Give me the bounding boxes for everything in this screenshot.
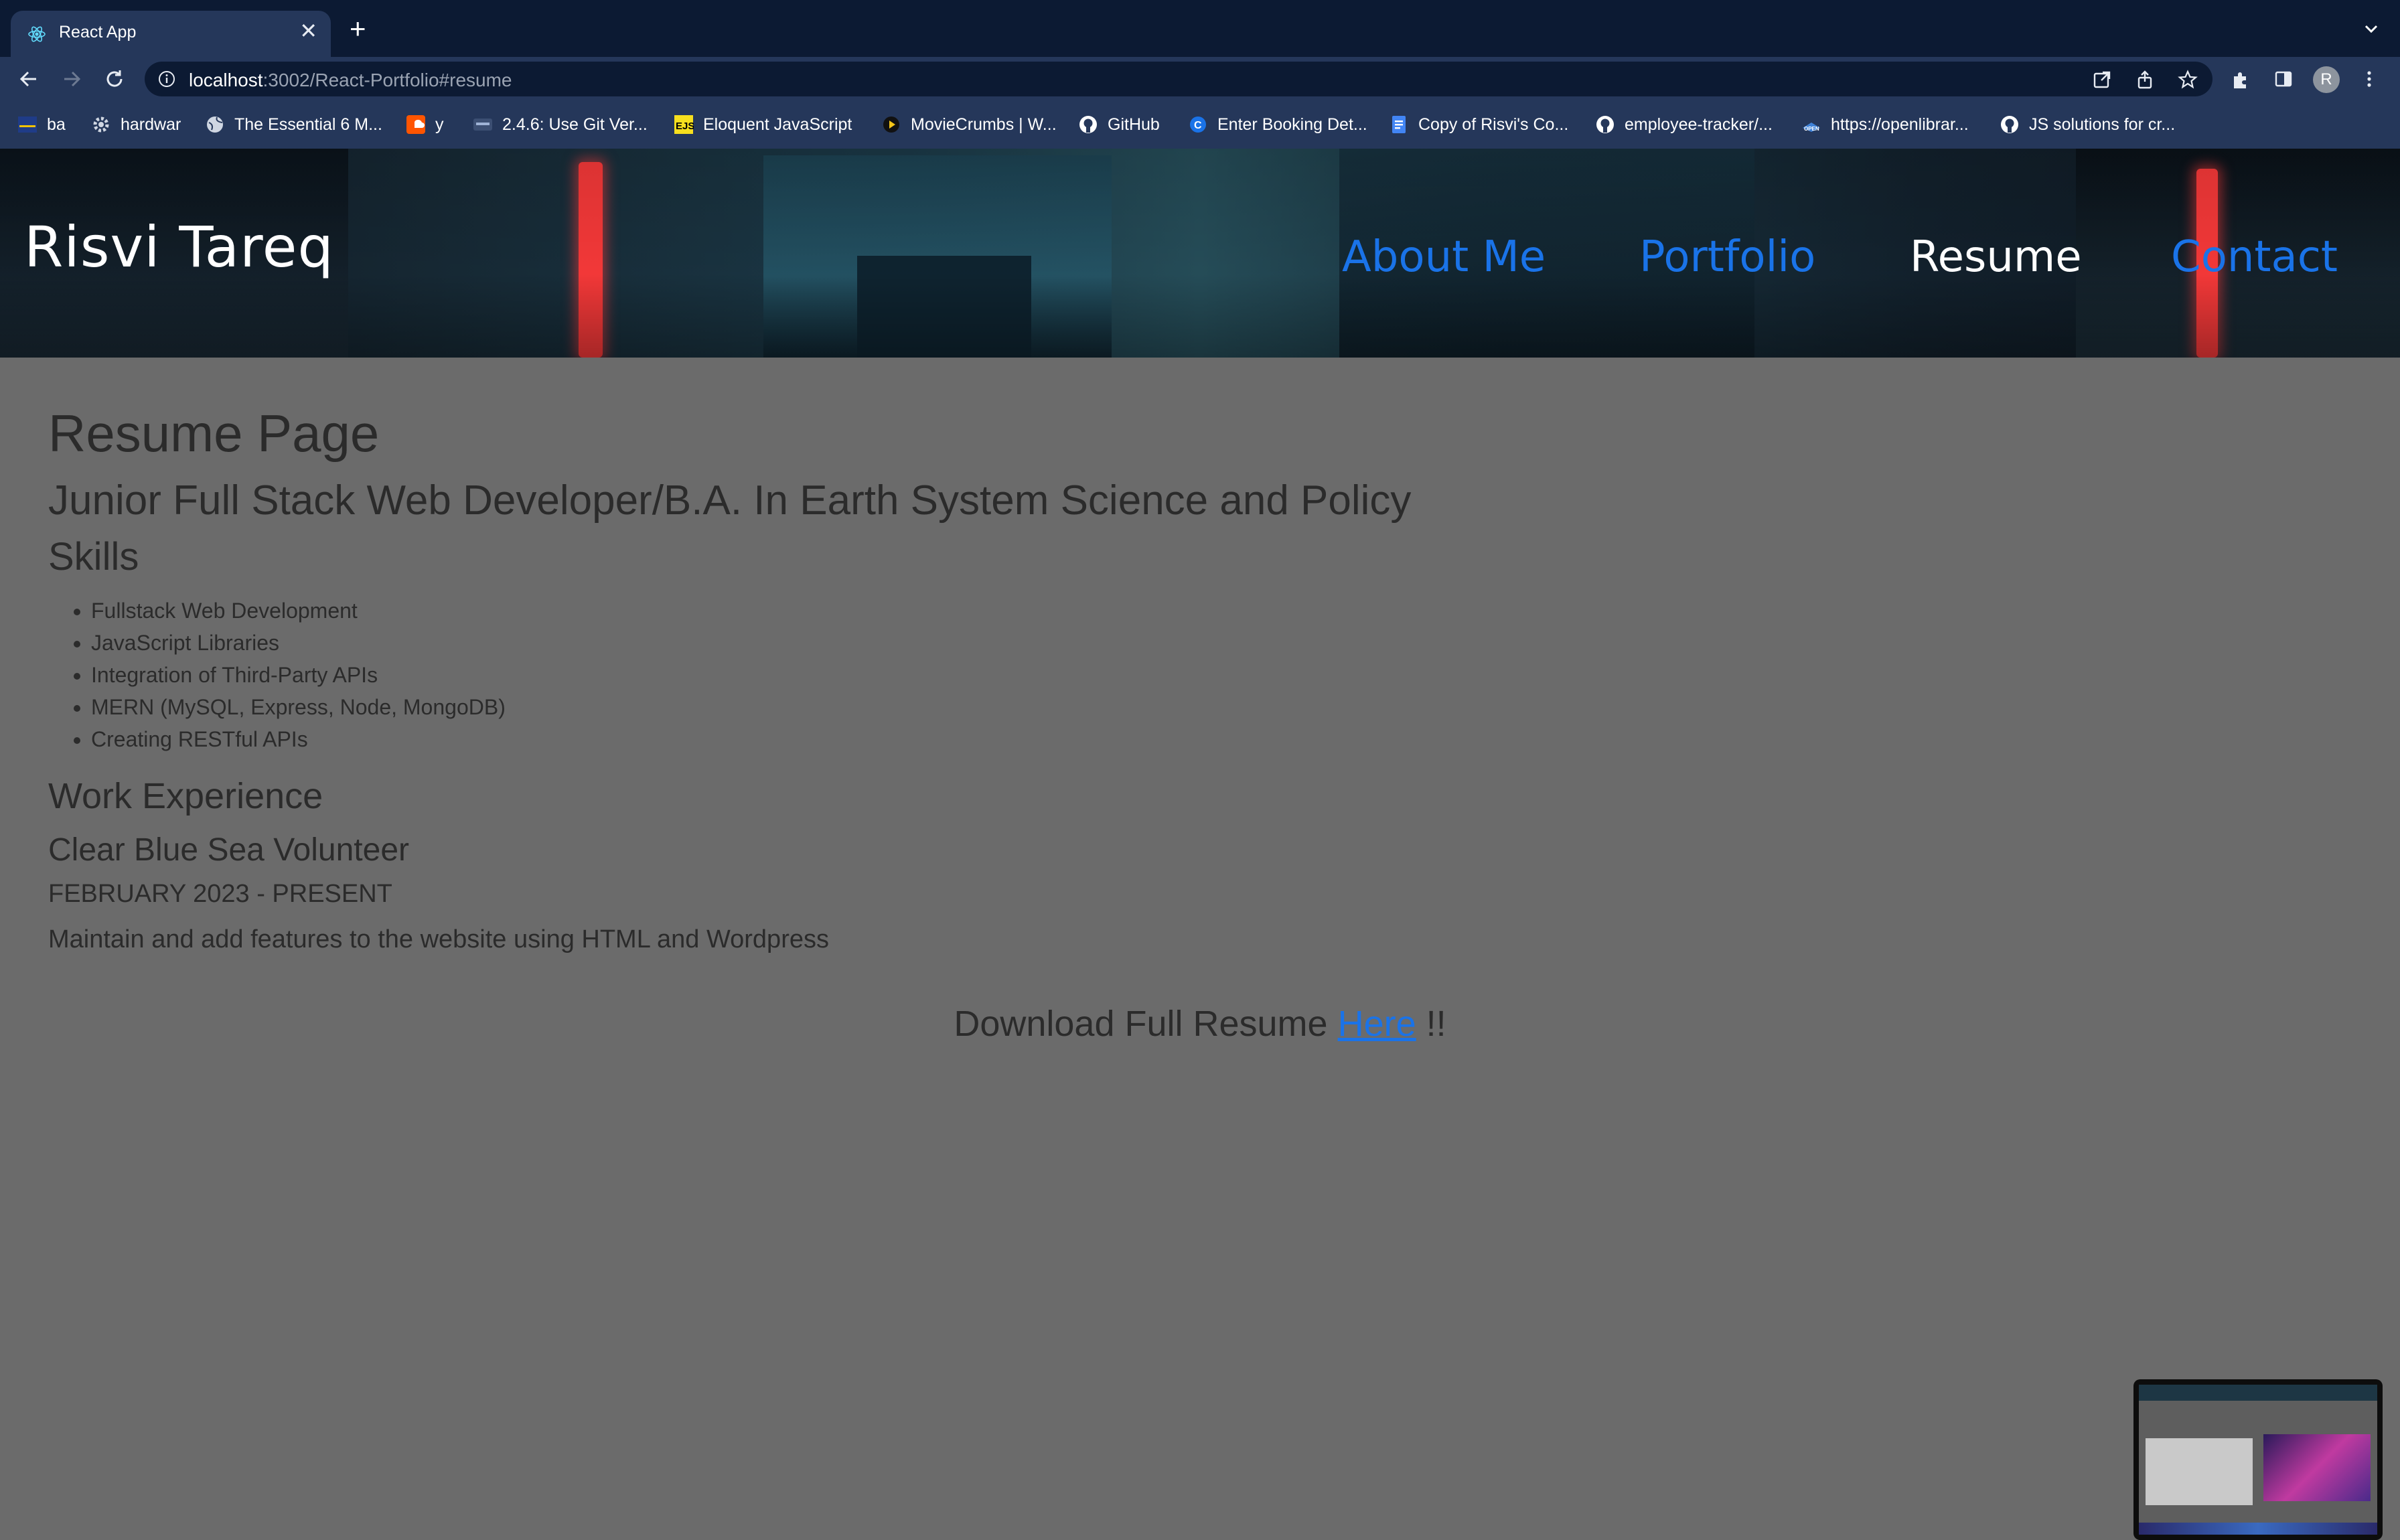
bookmark-label: Enter Booking Det... [1217, 114, 1367, 134]
bookmark-item[interactable]: OPEN https://openlibrar... [1801, 114, 1969, 135]
bookmark-label: Copy of Risvi's Co... [1418, 114, 1569, 134]
tab-search-icon[interactable] [2360, 17, 2383, 40]
bookmark-label: employee-tracker/... [1625, 114, 1773, 134]
bookmark-item[interactable]: C Enter Booking Det... [1188, 114, 1367, 135]
github-icon [1596, 116, 1614, 133]
work-experience-heading: Work Experience [48, 776, 323, 816]
page-title: Resume Page [48, 404, 380, 463]
preview-header [2139, 1385, 2377, 1401]
download-resume-line: Download Full Resume Here !! [48, 1003, 2352, 1045]
download-prefix: Download Full Resume [954, 1004, 1328, 1044]
bookmark-label: The Essential 6 M... [234, 114, 382, 134]
skill-item: Fullstack Web Development [91, 595, 506, 627]
menu-kebab-icon[interactable] [2358, 68, 2380, 90]
skill-item: MERN (MySQL, Express, Node, MongoDB) [91, 691, 506, 723]
url-path: :3002/React-Portfolio#resume [262, 70, 512, 90]
job-title: Clear Blue Sea Volunteer [48, 832, 410, 868]
bookmark-label: MovieCrumbs | W... [911, 114, 1057, 134]
bookmark-item[interactable]: The Essential 6 M... [205, 114, 382, 135]
bookmark-label: Eloquent JavaScript [703, 114, 852, 134]
side-panel-icon[interactable] [2273, 68, 2294, 90]
gear-icon [93, 117, 109, 133]
job-description: Maintain and add features to the website… [48, 925, 829, 953]
moviecrumbs-icon [883, 117, 899, 133]
soundcloud-icon [406, 115, 425, 134]
github-icon [2001, 116, 2018, 133]
bookmark-label: 2.4.6: Use Git Ver... [502, 114, 648, 134]
site-info-icon[interactable] [158, 70, 175, 88]
uci-icon [18, 117, 37, 133]
svg-text:C: C [1194, 120, 1202, 131]
download-resume-link[interactable]: Here [1338, 1004, 1416, 1044]
bookmark-label: hardwar [121, 114, 181, 134]
url-text: localhost:3002/React-Portfolio#resume [189, 70, 512, 91]
globe-icon [207, 117, 223, 133]
bookmarks-bar: ba hardwar The Essential 6 M... y 2.4.6:… [0, 100, 2400, 149]
bookmark-label: ba [47, 114, 66, 134]
skills-list: Fullstack Web Development JavaScript Lib… [48, 595, 506, 755]
preview-card [2263, 1434, 2371, 1501]
site-icon [473, 119, 492, 131]
extensions-icon[interactable] [2230, 68, 2251, 90]
skill-item: JavaScript Libraries [91, 627, 506, 659]
bookmark-label: https://openlibrar... [1831, 114, 1969, 134]
skill-item: Creating RESTful APIs [91, 723, 506, 755]
bookmark-item[interactable]: 2.4.6: Use Git Ver... [473, 114, 648, 135]
react-icon [28, 26, 46, 42]
page-viewport: Risvi Tareq About Me Portfolio Resume Co… [0, 149, 2400, 1540]
bookmark-label: y [435, 114, 444, 134]
bookmark-item[interactable]: hardwar [91, 114, 181, 135]
forward-arrow-icon[interactable] [59, 66, 84, 92]
bookmark-item[interactable]: EJS Eloquent JavaScript [674, 114, 852, 135]
share-icon[interactable] [2135, 70, 2155, 90]
bookmark-item[interactable]: ba [17, 114, 66, 135]
bookmark-item[interactable]: MovieCrumbs | W... [881, 114, 1057, 135]
bookmark-label: JS solutions for cr... [2029, 114, 2176, 134]
ejs-icon: EJS [674, 115, 694, 134]
job-dates: FEBRUARY 2023 - PRESENT [48, 880, 392, 908]
resume-subtitle: Junior Full Stack Web Developer/B.A. In … [48, 477, 1412, 524]
github-icon [1079, 116, 1097, 133]
preview-footer [2139, 1523, 2377, 1535]
back-arrow-icon[interactable] [16, 66, 42, 92]
preview-card [2146, 1438, 2253, 1505]
picture-in-picture-preview[interactable] [2133, 1379, 2383, 1540]
bookmark-item[interactable]: JS solutions for cr... [2000, 114, 2175, 135]
bookmark-label: GitHub [1108, 114, 1160, 134]
close-tab-icon[interactable]: ✕ [299, 20, 317, 42]
address-bar[interactable]: localhost:3002/React-Portfolio#resume [145, 62, 2212, 96]
svg-text:EJS: EJS [676, 121, 694, 132]
openlibrary-icon: OPEN [1803, 123, 1820, 132]
browser-toolbar: localhost:3002/React-Portfolio#resume R [0, 57, 2400, 100]
bookmark-item[interactable]: employee-tracker/... [1595, 114, 1773, 135]
header-banner: Risvi Tareq About Me Portfolio Resume Co… [0, 149, 2400, 358]
site-brand[interactable]: Risvi Tareq [24, 214, 334, 280]
bookmark-item[interactable]: GitHub [1078, 114, 1160, 135]
new-tab-icon[interactable]: + [350, 15, 366, 43]
bookmark-item[interactable]: y [406, 114, 444, 135]
browser-tab[interactable]: React App ✕ [11, 11, 331, 57]
download-suffix: !! [1426, 1004, 1446, 1044]
browser-tab-strip: React App ✕ + [0, 0, 2400, 57]
booking-icon: C [1190, 117, 1206, 133]
preview-thumbnail [2139, 1385, 2377, 1535]
skills-heading: Skills [48, 535, 139, 579]
profile-avatar[interactable]: R [2313, 66, 2340, 93]
bookmark-item[interactable]: Copy of Risvi's Co... [1389, 114, 1568, 135]
tab-title: React App [59, 23, 137, 42]
url-host: localhost [189, 70, 263, 90]
skill-item: Integration of Third-Party APIs [91, 659, 506, 691]
reload-icon[interactable] [102, 66, 127, 92]
nav-link-contact[interactable]: Contact [2171, 232, 2338, 282]
nav-link-resume[interactable]: Resume [1910, 232, 2082, 282]
nav-link-about-me[interactable]: About Me [1342, 232, 1546, 282]
open-in-app-icon[interactable] [2092, 70, 2112, 90]
bookmark-star-icon[interactable] [2178, 70, 2198, 90]
docs-icon [1392, 116, 1406, 133]
svg-text:OPEN: OPEN [1804, 126, 1819, 132]
nav-link-portfolio[interactable]: Portfolio [1639, 232, 1815, 282]
